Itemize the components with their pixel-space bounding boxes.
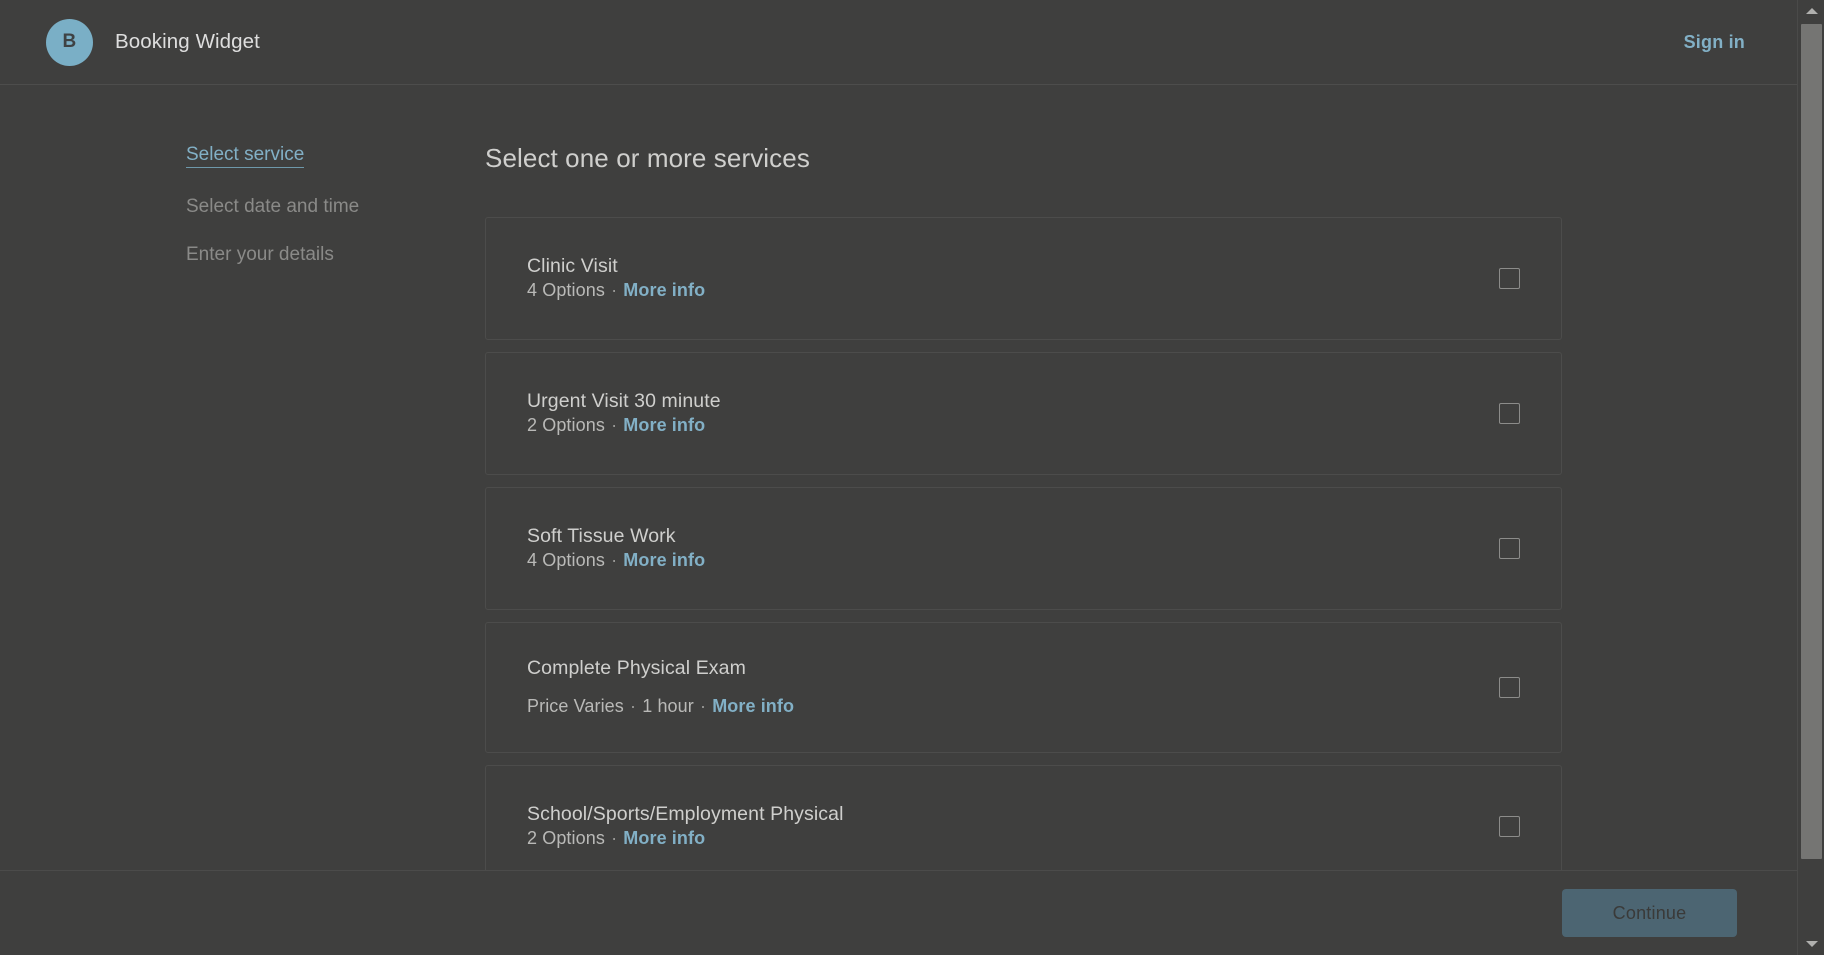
sign-in-link[interactable]: Sign in <box>1684 32 1745 53</box>
meta-separator: · <box>611 828 618 849</box>
service-checkbox[interactable] <box>1499 538 1520 559</box>
more-info-link[interactable]: More info <box>712 696 794 716</box>
footer-bar: Continue <box>0 870 1797 955</box>
service-name: Urgent Visit 30 minute <box>527 389 721 412</box>
scroll-down-arrow-icon[interactable] <box>1798 933 1824 955</box>
service-info: School/Sports/Employment Physical 2 Opti… <box>527 802 1469 851</box>
service-checkbox[interactable] <box>1499 403 1520 424</box>
service-name: Complete Physical Exam <box>527 657 746 680</box>
continue-button[interactable]: Continue <box>1562 889 1737 937</box>
service-meta: 2 Options · More info <box>527 414 1469 438</box>
booking-widget-app: B Booking Widget Sign in Select service … <box>0 0 1797 955</box>
page-title: Booking Widget <box>115 30 260 53</box>
steps-sidebar: Select service Select date and time Ente… <box>0 145 485 955</box>
service-name: School/Sports/Employment Physical <box>527 802 844 825</box>
more-info-link[interactable]: More info <box>623 280 705 300</box>
service-duration: 1 hour <box>642 695 694 716</box>
service-checkbox[interactable] <box>1499 677 1520 698</box>
brand-avatar: B <box>46 18 93 66</box>
sidebar-item-select-service[interactable]: Select service <box>186 145 305 168</box>
meta-separator: · <box>611 550 618 571</box>
service-card-urgent-visit-30-minute[interactable]: Urgent Visit 30 minute 2 Options · More … <box>485 352 1562 475</box>
services-panel: Select one or more services Clinic Visit… <box>485 145 1797 955</box>
service-name: Clinic Visit <box>527 254 618 277</box>
meta-separator: · <box>699 695 707 716</box>
service-checkbox[interactable] <box>1499 268 1520 289</box>
service-price: Price Varies <box>527 695 624 716</box>
service-info: Urgent Visit 30 minute 2 Options · More … <box>527 389 1469 438</box>
service-card-soft-tissue-work[interactable]: Soft Tissue Work 4 Options · More info <box>485 487 1562 610</box>
service-options: 4 Options <box>527 550 605 571</box>
service-options: 2 Options <box>527 828 605 849</box>
sidebar-item-select-date-and-time: Select date and time <box>186 196 360 217</box>
content-area: Select service Select date and time Ente… <box>0 85 1797 955</box>
service-meta: 4 Options · More info <box>527 279 1469 303</box>
service-options: 2 Options <box>527 415 605 436</box>
vertical-scrollbar[interactable] <box>1797 0 1824 955</box>
scrollbar-thumb[interactable] <box>1801 24 1822 859</box>
app-header: B Booking Widget Sign in <box>0 0 1797 85</box>
meta-separator: · <box>611 280 618 301</box>
service-checkbox[interactable] <box>1499 816 1520 837</box>
brand: B Booking Widget <box>46 18 260 66</box>
service-meta: 2 Options · More info <box>527 827 1469 851</box>
meta-separator: · <box>630 695 637 716</box>
more-info-link[interactable]: More info <box>623 550 705 570</box>
scroll-up-arrow-icon[interactable] <box>1798 0 1824 22</box>
service-card-complete-physical-exam[interactable]: Complete Physical Exam Price Varies · 1 … <box>485 622 1562 753</box>
service-meta: Price Varies · 1 hour · More info <box>527 695 1469 719</box>
sidebar-item-enter-your-details: Enter your details <box>186 244 334 265</box>
service-info: Soft Tissue Work 4 Options · More info <box>527 524 1469 573</box>
service-info: Clinic Visit 4 Options · More info <box>527 254 1469 303</box>
service-name: Soft Tissue Work <box>527 524 676 547</box>
more-info-link[interactable]: More info <box>623 828 705 848</box>
service-card-clinic-visit[interactable]: Clinic Visit 4 Options · More info <box>485 217 1562 340</box>
meta-separator: · <box>611 415 618 436</box>
more-info-link[interactable]: More info <box>623 415 705 435</box>
service-info: Complete Physical Exam Price Varies · 1 … <box>527 656 1469 718</box>
section-title: Select one or more services <box>485 143 810 173</box>
service-meta: 4 Options · More info <box>527 549 1469 573</box>
service-options: 4 Options <box>527 280 605 301</box>
